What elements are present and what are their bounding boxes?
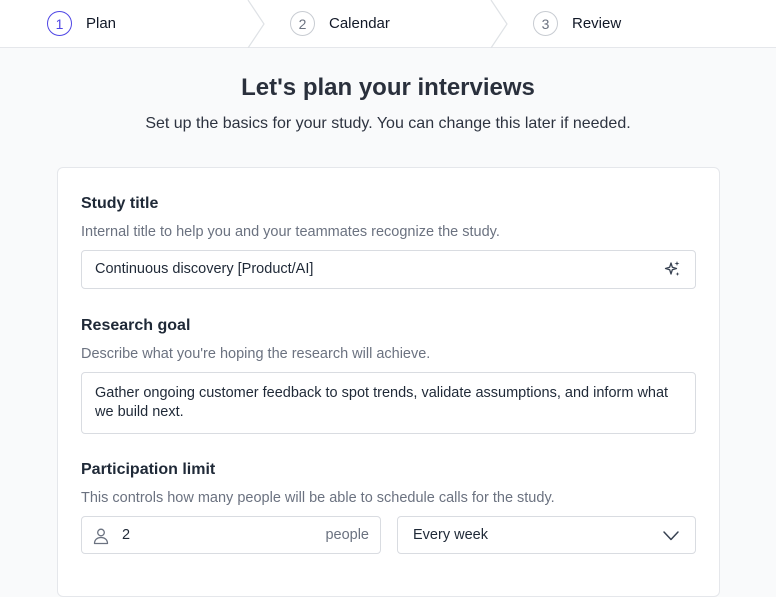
- study-title-input[interactable]: Continuous discovery [Product/AI]: [81, 250, 696, 289]
- step-number: 1: [47, 11, 72, 36]
- step-number: 2: [290, 11, 315, 36]
- step-plan[interactable]: 1 Plan: [47, 0, 116, 47]
- participant-count-suffix: people: [325, 527, 369, 543]
- page-subtitle: Set up the basics for your study. You ca…: [145, 115, 631, 132]
- research-goal-label: Research goal: [81, 317, 191, 334]
- research-goal-textarea[interactable]: Gather ongoing customer feedback to spot…: [81, 372, 696, 434]
- participant-count-input[interactable]: 2 people: [81, 516, 381, 554]
- step-calendar[interactable]: 2 Calendar: [290, 0, 390, 47]
- step-separator-icon: [490, 0, 508, 48]
- participation-limit-label: Participation limit: [81, 461, 216, 478]
- chevron-down-icon: [663, 531, 679, 541]
- research-goal-help: Describe what you're hoping the research…: [81, 346, 431, 362]
- user-icon: [93, 528, 109, 545]
- step-review[interactable]: 3 Review: [533, 0, 621, 47]
- step-number: 3: [533, 11, 558, 36]
- step-label: Calendar: [329, 15, 390, 32]
- participant-count-value: 2: [122, 527, 131, 543]
- step-separator-icon: [247, 0, 265, 48]
- study-title-help: Internal title to help you and your team…: [81, 224, 500, 240]
- step-label: Review: [572, 15, 622, 32]
- stepper: 1 Plan 2 Calendar 3 Review: [0, 0, 776, 48]
- study-title-value: Continuous discovery [Product/AI]: [95, 261, 314, 277]
- research-goal-value: Gather ongoing customer feedback to spot…: [95, 385, 669, 420]
- study-form-card: Study title Internal title to help you a…: [57, 167, 720, 597]
- sparkle-icon[interactable]: [663, 260, 681, 278]
- study-title-label: Study title: [81, 195, 159, 212]
- page-title: Let's plan your interviews: [241, 74, 535, 101]
- frequency-value: Every week: [413, 527, 488, 543]
- frequency-select[interactable]: Every week: [397, 516, 696, 554]
- step-label: Plan: [86, 15, 117, 32]
- participation-limit-help: This controls how many people will be ab…: [81, 490, 555, 506]
